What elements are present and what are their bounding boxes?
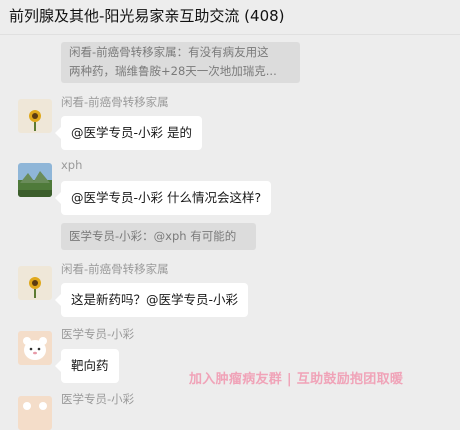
avatar-white-bear-icon[interactable] xyxy=(18,331,52,365)
message-bubble[interactable]: @医学专员-小彩 是的 xyxy=(55,116,202,150)
title-bar: 前列腺及其他-阳光易家亲互助交流 (408) xyxy=(0,0,460,35)
sender-name: 闲看-前癌骨转移家属 xyxy=(61,262,169,276)
chat-title: 前列腺及其他-阳光易家亲互助交流 (408) xyxy=(9,7,285,25)
sender-name: 闲看-前癌骨转移家属 xyxy=(61,95,169,109)
sender-name: 医学专员-小彩 xyxy=(61,327,135,341)
message-bubble[interactable]: 靶向药 xyxy=(55,349,119,383)
sender-name: xph xyxy=(61,158,83,172)
avatar-sunflower-icon[interactable] xyxy=(18,266,52,300)
message-bubble[interactable]: 这是新药吗？@医学专员-小彩 xyxy=(54,283,249,317)
quoted-message-line-1: 闲看-前癌骨转移家属：有没有病友用这 xyxy=(69,45,269,59)
avatar-white-bear-icon[interactable] xyxy=(18,396,52,430)
avatar-landscape-icon[interactable] xyxy=(18,163,52,197)
quoted-message-line-2: 两种药，瑞维鲁胺+28天一次地加瑞克... xyxy=(69,64,277,78)
sender-name: 医学专员-小彩 xyxy=(61,392,135,406)
message-bubble[interactable]: @医学专员-小彩 什么情况会这样? xyxy=(54,181,272,215)
quoted-message[interactable]: 闲看-前癌骨转移家属：有没有病友用这 两种药，瑞维鲁胺+28天一次地加瑞克... xyxy=(61,42,300,83)
avatar-sunflower-icon[interactable] xyxy=(18,99,52,133)
watermark-text: 加入肿瘤病友群 | 互助鼓励抱团取暖 xyxy=(189,372,404,387)
quoted-reply[interactable]: 医学专员-小彩：@xph 有可能的 xyxy=(61,223,256,250)
